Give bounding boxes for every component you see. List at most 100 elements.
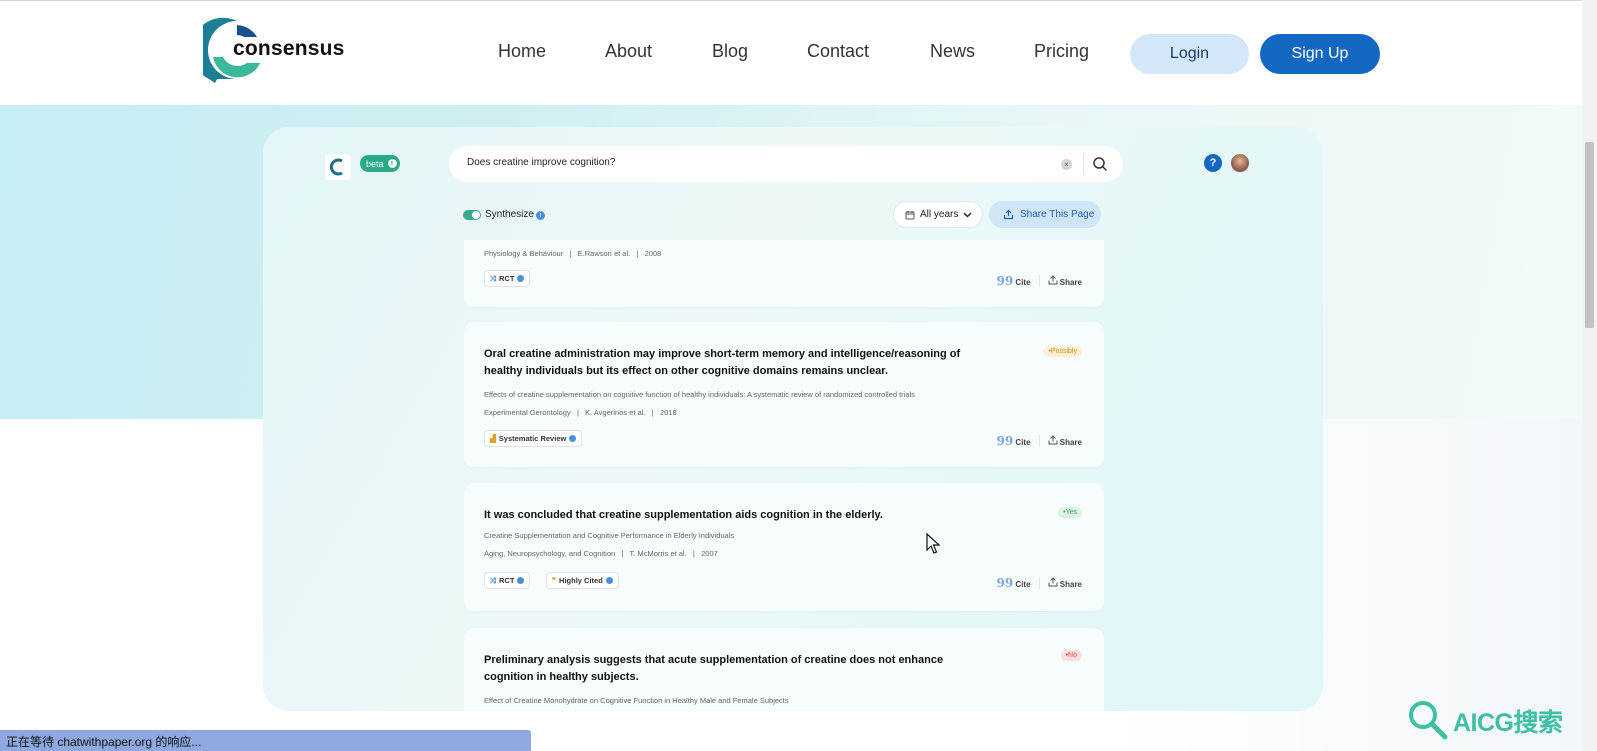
result-actions: 99 Cite Share — [996, 576, 1082, 590]
synthesize-label: Synthesize — [485, 209, 534, 220]
share-button[interactable]: Share — [1048, 275, 1082, 287]
info-icon[interactable] — [605, 577, 613, 584]
synthesize-toggle[interactable] — [463, 210, 481, 220]
result-authors: T. McMorris et al. — [629, 549, 687, 558]
quote-icon: ❞ — [552, 576, 557, 585]
nav-news[interactable]: News — [930, 41, 975, 62]
magnifier-icon — [1409, 701, 1448, 740]
result-authors: E.Rawson et al. — [577, 249, 631, 258]
result-card[interactable]: Physiology & Behaviour | E.Rawson et al.… — [464, 240, 1104, 307]
info-icon[interactable] — [517, 577, 525, 584]
search-icon[interactable] — [1092, 156, 1108, 172]
upload-icon — [1048, 275, 1058, 285]
help-icon[interactable]: ? — [1204, 154, 1222, 172]
result-card[interactable]: Oral creatine administration may improve… — [464, 322, 1104, 467]
cite-button[interactable]: 99 Cite — [996, 576, 1030, 590]
result-meta: Aging, Neuropsychology, and Cognition | … — [484, 549, 718, 558]
shuffle-icon: ⤨ — [490, 273, 496, 283]
info-icon[interactable] — [569, 435, 577, 442]
login-button[interactable]: Login — [1130, 34, 1249, 74]
clear-icon[interactable]: × — [1061, 159, 1072, 170]
result-paper-title[interactable]: Effect of Creatine Monohydrate on Cognit… — [484, 696, 789, 705]
user-avatar[interactable] — [1231, 154, 1249, 172]
upload-icon — [1003, 209, 1014, 220]
search-bar[interactable]: Does creatine improve cognition? × — [449, 146, 1123, 182]
tag-label: RCT — [499, 576, 515, 585]
share-button[interactable]: Share — [1048, 577, 1082, 589]
verdict-badge: •No — [1060, 650, 1082, 661]
info-icon[interactable]: i — [387, 159, 397, 168]
action-divider — [1038, 577, 1040, 589]
tag-label: Systematic Review — [498, 434, 567, 443]
shuffle-icon: ⤨ — [490, 575, 496, 585]
tag-label: Highly Cited — [559, 576, 603, 585]
result-year: 2018 — [659, 408, 677, 417]
mouse-cursor-icon — [926, 533, 941, 554]
verdict-badge: •Possibly — [1043, 346, 1082, 357]
result-card[interactable]: Preliminary analysis suggests that acute… — [464, 628, 1104, 711]
beta-label: beta — [366, 158, 384, 169]
results-feed: Physiology & Behaviour | E.Rawson et al.… — [464, 240, 1104, 711]
years-filter-dropdown[interactable]: All years — [893, 201, 983, 228]
info-icon[interactable]: i — [536, 211, 545, 220]
calendar-icon — [905, 210, 915, 219]
action-divider — [1038, 275, 1040, 287]
nav-blog[interactable]: Blog — [712, 41, 748, 62]
watermark-text: AICG搜索 — [1453, 709, 1563, 737]
brand-name: consensus — [233, 37, 345, 60]
result-year: 2007 — [701, 549, 718, 558]
nav-pricing[interactable]: Pricing — [1034, 41, 1089, 62]
page-scrollbar[interactable] — [1582, 0, 1597, 751]
result-title[interactable]: Preliminary analysis suggests that acute… — [484, 652, 984, 686]
tag-label: RCT — [499, 274, 515, 283]
share-label: Share — [1059, 278, 1082, 287]
result-journal: Experimental Gerontology — [484, 408, 571, 417]
cite-button[interactable]: 99 Cite — [996, 274, 1030, 288]
chevron-down-icon — [963, 212, 972, 218]
app-logo-icon[interactable] — [325, 154, 351, 180]
cite-label: Cite — [1015, 580, 1031, 589]
years-filter-label: All years — [920, 209, 959, 220]
quote-icon: 99 — [996, 434, 1014, 448]
result-title[interactable]: Oral creatine administration may improve… — [484, 346, 984, 380]
cite-label: Cite — [1015, 278, 1031, 287]
result-meta: Physiology & Behaviour | E.Rawson et al.… — [484, 249, 662, 258]
share-page-button[interactable]: Share This Page — [989, 201, 1101, 228]
bar-chart-icon: ▟ — [490, 434, 496, 443]
info-icon[interactable] — [517, 275, 525, 282]
search-input[interactable]: Does creatine improve cognition? — [467, 157, 615, 168]
upload-icon — [1048, 435, 1058, 445]
result-paper-title[interactable]: Creatine Supplementation and Cognitive P… — [484, 531, 734, 540]
cite-label: Cite — [1015, 438, 1031, 447]
app-preview-panel: beta i Does creatine improve cognition? … — [263, 127, 1323, 711]
beta-badge: beta i — [360, 155, 400, 172]
nav-contact[interactable]: Contact — [807, 41, 869, 62]
result-actions: 99 Cite Share — [996, 434, 1082, 448]
share-page-label: Share This Page — [1020, 209, 1095, 220]
nav-about[interactable]: About — [605, 41, 652, 62]
result-meta: Experimental Gerontology | K. Avgerinos … — [484, 408, 677, 417]
nav-home[interactable]: Home — [498, 41, 546, 62]
highly-cited-tag[interactable]: ❞ Highly Cited — [546, 572, 619, 589]
result-authors: K. Avgerinos et al. — [585, 408, 646, 417]
search-divider — [1083, 154, 1084, 174]
rct-tag[interactable]: ⤨ RCT — [484, 270, 531, 287]
systematic-review-tag[interactable]: ▟ Systematic Review — [484, 430, 583, 447]
watermark: AICG搜索 — [1405, 697, 1585, 741]
result-actions: 99 Cite Share — [996, 274, 1082, 288]
action-divider — [1038, 435, 1040, 447]
rct-tag[interactable]: ⤨ RCT — [484, 572, 531, 589]
share-label: Share — [1059, 438, 1082, 447]
result-card[interactable]: It was concluded that creatine supplemen… — [464, 483, 1104, 611]
share-button[interactable]: Share — [1048, 435, 1082, 447]
signup-button[interactable]: Sign Up — [1260, 34, 1380, 74]
share-label: Share — [1059, 580, 1082, 589]
browser-status-bar: 正在等待 chatwithpaper.org 的响应... — [0, 730, 531, 751]
quote-icon: 99 — [996, 274, 1014, 288]
scrollbar-thumb[interactable] — [1585, 142, 1594, 328]
result-title[interactable]: It was concluded that creatine supplemen… — [484, 507, 984, 524]
result-year: 2008 — [644, 249, 662, 258]
verdict-badge: •Yes — [1058, 507, 1082, 518]
result-paper-title[interactable]: Effects of creatine supplementation on c… — [484, 390, 915, 399]
cite-button[interactable]: 99 Cite — [996, 434, 1030, 448]
